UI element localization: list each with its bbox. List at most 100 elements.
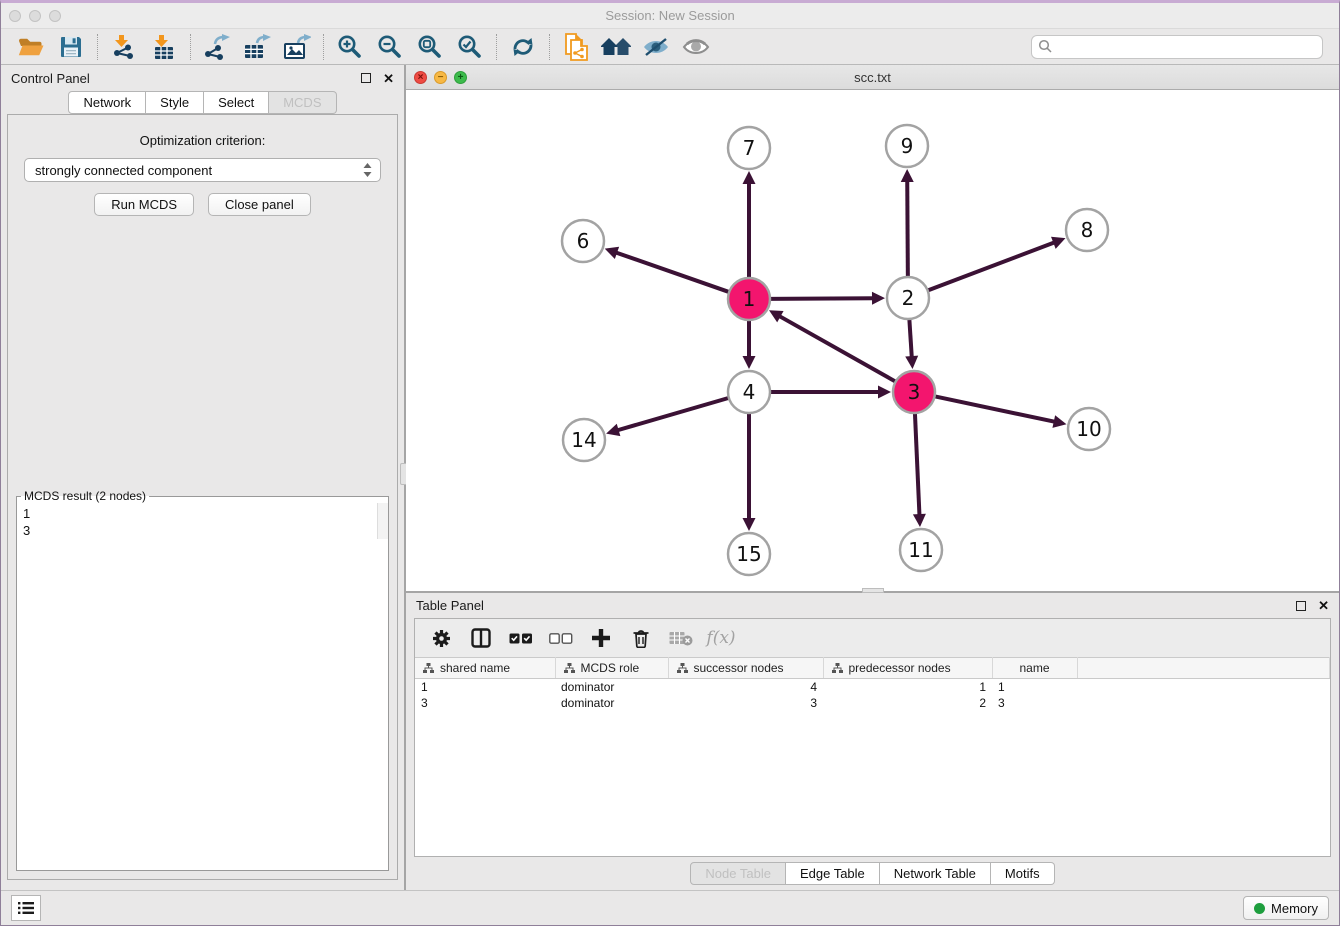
hide-eye-slash-icon[interactable] [636,32,676,62]
graph-edge[interactable] [915,413,920,516]
graph-node-label: 9 [901,134,914,158]
dropdown-arrows-icon [363,163,372,177]
tab-mcds[interactable]: MCDS [269,91,336,114]
close-panel-icon[interactable]: ✕ [383,72,394,85]
mcds-result-box: MCDS result (2 nodes) 1 3 [16,489,389,871]
graph-node-label: 11 [908,538,933,562]
graph-edge[interactable] [779,316,896,382]
graph-edge-arrowhead [913,514,926,527]
export-table-icon[interactable] [237,32,277,62]
cell-name[interactable]: 3 [992,695,1077,711]
network-close-button[interactable]: × [414,71,427,84]
task-history-button[interactable] [11,895,41,921]
network-window: × − + scc.txt 1234678910111415 [406,65,1339,593]
cell-shared-name[interactable]: 1 [415,679,555,695]
table-panel-title: Table Panel [416,598,484,613]
search-input[interactable] [1053,39,1316,54]
node-table: shared name MCDS role successor nodes [415,657,1330,711]
open-file-icon[interactable] [11,32,51,62]
mcds-result-line: 3 [23,522,377,539]
zoom-fit-icon[interactable] [410,32,450,62]
control-panel: Control Panel ✕ Network Style Select MCD… [1,65,404,890]
search-area [1031,35,1323,59]
graph-node-label: 6 [577,229,590,253]
tab-motifs[interactable]: Motifs [991,862,1055,885]
graph-node-label: 4 [743,380,756,404]
table-row[interactable]: 1 dominator 4 1 1 [415,679,1330,695]
deselect-all-icon[interactable] [547,625,575,651]
zoom-out-icon[interactable] [370,32,410,62]
close-panel-button[interactable]: Close panel [208,193,311,216]
table-container: f(x) shared name [414,618,1331,857]
save-session-icon[interactable] [51,32,91,62]
col-shared-name[interactable]: shared name [415,658,555,679]
show-column-panel-icon[interactable] [467,625,495,651]
clone-network-icon[interactable] [556,32,596,62]
col-successor-nodes[interactable]: successor nodes [668,658,823,679]
network-canvas[interactable]: 1234678910111415 [406,90,1339,591]
network-graph: 1234678910111415 [406,90,1339,591]
refresh-layout-icon[interactable] [503,32,543,62]
horizontal-splitter-grip[interactable] [862,588,884,593]
delete-trash-icon[interactable] [627,625,655,651]
graph-edge[interactable] [907,180,908,277]
show-eye-icon[interactable] [676,32,716,62]
graph-edge-arrowhead [901,169,914,182]
select-all-icon[interactable] [507,625,535,651]
cell-successor-nodes[interactable]: 3 [668,695,823,711]
float-panel-icon[interactable] [361,73,371,83]
import-network-icon[interactable] [104,32,144,62]
tab-edge-table[interactable]: Edge Table [786,862,880,885]
import-table-icon[interactable] [144,32,184,62]
table-close-icon[interactable]: ✕ [1318,599,1329,612]
graph-edge[interactable] [617,398,729,431]
export-image-icon[interactable] [277,32,317,62]
col-predecessor-nodes[interactable]: predecessor nodes [823,658,992,679]
export-network-icon[interactable] [197,32,237,62]
cell-name[interactable]: 1 [992,679,1077,695]
graph-edge-arrowhead [872,292,885,305]
col-name[interactable]: name [992,658,1077,679]
criterion-dropdown[interactable]: strongly connected component [24,158,381,182]
search-icon [1038,39,1053,54]
table-row[interactable]: 3 dominator 3 2 3 [415,695,1330,711]
graph-edge[interactable] [770,298,874,299]
memory-button[interactable]: Memory [1243,896,1329,920]
tab-network-table[interactable]: Network Table [880,862,991,885]
network-window-titlebar: × − + scc.txt [406,65,1339,90]
toolbar-separator [97,34,98,60]
table-header-row: shared name MCDS role successor nodes [415,658,1330,679]
tab-select[interactable]: Select [204,91,269,114]
cell-successor-nodes[interactable]: 4 [668,679,823,695]
cell-shared-name[interactable]: 3 [415,695,555,711]
cell-predecessor-nodes[interactable]: 1 [823,679,992,695]
tab-style[interactable]: Style [146,91,204,114]
graph-edge-arrowhead [606,424,620,436]
result-scrollbar[interactable] [377,503,388,539]
network-maximize-button[interactable]: + [454,71,467,84]
main-toolbar [1,29,1339,65]
cell-predecessor-nodes[interactable]: 2 [823,695,992,711]
graph-edge-arrowhead [1052,415,1066,428]
col-mcds-role[interactable]: MCDS role [555,658,668,679]
list-icon [18,901,34,915]
graph-edge[interactable] [615,252,729,292]
table-settings-gear-icon[interactable] [427,625,455,651]
cell-mcds-role[interactable]: dominator [555,679,668,695]
zoom-selected-icon[interactable] [450,32,490,62]
cell-mcds-role[interactable]: dominator [555,695,668,711]
zoom-in-icon[interactable] [330,32,370,62]
add-column-plus-icon[interactable] [587,625,615,651]
network-window-title: scc.txt [406,70,1339,85]
graph-edge[interactable] [928,242,1056,290]
network-minimize-button[interactable]: − [434,71,447,84]
graph-edge[interactable] [909,319,911,358]
table-float-icon[interactable] [1296,601,1306,611]
tab-network[interactable]: Network [68,91,146,114]
mcds-panel-content: Optimization criterion: strongly connect… [7,114,398,880]
search-field[interactable] [1031,35,1323,59]
home-networks-icon[interactable] [596,32,636,62]
tab-node-table[interactable]: Node Table [690,862,786,885]
run-mcds-button[interactable]: Run MCDS [94,193,194,216]
graph-edge[interactable] [935,396,1056,422]
